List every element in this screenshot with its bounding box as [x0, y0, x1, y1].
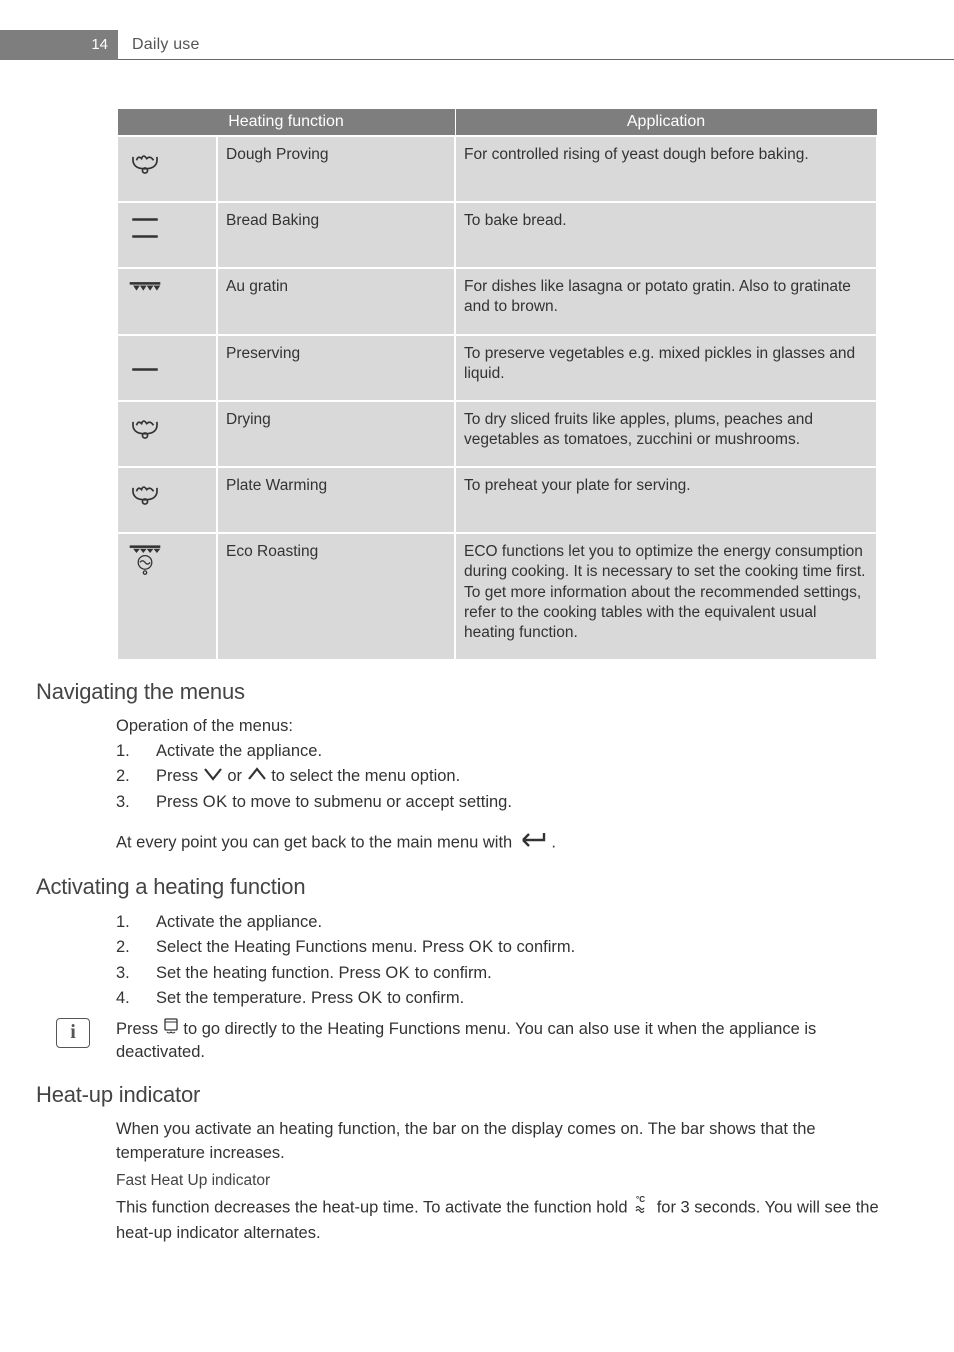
bread-baking-icon [117, 202, 217, 268]
step-text: Press or to select the menu option. [156, 764, 460, 790]
ok-label: OK [385, 964, 410, 982]
table-row: Plate Warming To preheat your plate for … [117, 467, 877, 533]
list-item: 3. Press OK to move to submenu or accept… [116, 790, 882, 816]
text-fragment: to confirm. [410, 964, 492, 982]
function-application: ECO functions let you to optimize the en… [455, 533, 877, 660]
heatup-p1: When you activate an heating function, t… [116, 1118, 882, 1166]
page-number-box: 14 [0, 30, 118, 60]
function-application: To bake bread. [455, 202, 877, 268]
oven-menu-icon [163, 1018, 179, 1041]
navigating-note: At every point you can get back to the m… [116, 830, 882, 856]
info-text: Press to go directly to the Heating Func… [116, 1018, 882, 1064]
text-fragment: Press [156, 793, 203, 811]
table-header-function: Heating function [117, 109, 455, 137]
text-fragment: Press [156, 768, 203, 786]
info-note: i Press to go directly to the Heating Fu… [36, 1018, 882, 1064]
list-item: 4. Set the temperature. Press OK to conf… [116, 986, 882, 1012]
text-fragment: Set the temperature. Press [156, 989, 358, 1007]
text-fragment: to select the menu option. [271, 768, 460, 786]
ok-label: OK [358, 989, 383, 1007]
function-application: For dishes like lasagna or potato gratin… [455, 268, 877, 334]
text-fragment: Set the heating function. Press [156, 964, 385, 982]
text-fragment: to confirm. [494, 938, 576, 956]
step-text: Activate the appliance. [156, 739, 322, 765]
text-fragment: to go directly to the Heating Functions … [116, 1020, 816, 1061]
list-item: 2. Select the Heating Functions menu. Pr… [116, 935, 882, 961]
list-item: 1.Activate the appliance. [116, 910, 882, 936]
text-fragment: to confirm. [383, 989, 465, 1007]
navigating-intro: Operation of the menus: [116, 715, 882, 739]
page-header: 14 Daily use [0, 30, 954, 60]
list-item: 1.Activate the appliance. [116, 739, 882, 765]
step-text: Set the temperature. Press OK to confirm… [156, 986, 464, 1012]
info-icon: i [56, 1018, 90, 1048]
heating-functions-table: Heating function Application Dough Provi… [116, 108, 878, 661]
navigating-steps: 1.Activate the appliance. 2. Press or to… [116, 739, 882, 816]
step-text: Set the heating function. Press OK to co… [156, 961, 492, 987]
dough-proving-icon [117, 136, 217, 202]
function-name: Eco Roasting [217, 533, 455, 660]
preserving-icon [117, 335, 217, 401]
list-item: 2. Press or to select the menu option. [116, 764, 882, 790]
table-row: Preserving To preserve vegetables e.g. m… [117, 335, 877, 401]
table-row: Au gratin For dishes like lasagna or pot… [117, 268, 877, 334]
function-name: Au gratin [217, 268, 455, 334]
list-item: 3. Set the heating function. Press OK to… [116, 961, 882, 987]
text-fragment: to move to submenu or accept setting. [228, 793, 512, 811]
table-header-application: Application [455, 109, 877, 137]
ok-label: OK [469, 938, 494, 956]
eco-roasting-icon [117, 533, 217, 660]
function-name: Plate Warming [217, 467, 455, 533]
table-row: Eco Roasting ECO functions let you to op… [117, 533, 877, 660]
activating-heading: Activating a heating function [36, 874, 882, 900]
activating-steps: 1.Activate the appliance. 2. Select the … [116, 910, 882, 1012]
text-fragment: Select the Heating Functions menu. Press [156, 938, 469, 956]
heatup-sub: Fast Heat Up indicator [116, 1172, 882, 1190]
heatup-p2: This function decreases the heat-up time… [116, 1194, 882, 1246]
navigating-heading: Navigating the menus [36, 679, 882, 705]
function-application: To preserve vegetables e.g. mixed pickle… [455, 335, 877, 401]
function-name: Drying [217, 401, 455, 467]
back-arrow-icon [517, 830, 547, 856]
down-chevron-icon [203, 764, 223, 790]
function-application: To preheat your plate for serving. [455, 467, 877, 533]
text-fragment: This function decreases the heat-up time… [116, 1198, 632, 1216]
drying-icon [117, 401, 217, 467]
function-name: Dough Proving [217, 136, 455, 202]
up-chevron-icon [247, 764, 267, 790]
text-fragment: Press [116, 1020, 163, 1038]
temperature-icon: °C [632, 1194, 652, 1222]
function-name: Preserving [217, 335, 455, 401]
function-name: Bread Baking [217, 202, 455, 268]
step-text: Activate the appliance. [156, 910, 322, 936]
page-number: 14 [91, 36, 108, 53]
plate-warming-icon [117, 467, 217, 533]
text-fragment: . [551, 833, 556, 851]
au-gratin-icon [117, 268, 217, 334]
step-text: Select the Heating Functions menu. Press… [156, 935, 575, 961]
header-section-title: Daily use [118, 36, 200, 54]
function-application: For controlled rising of yeast dough bef… [455, 136, 877, 202]
function-application: To dry sliced fruits like apples, plums,… [455, 401, 877, 467]
step-text: Press OK to move to submenu or accept se… [156, 790, 512, 816]
text-fragment: At every point you can get back to the m… [116, 833, 517, 851]
svg-text:°C: °C [636, 1195, 645, 1204]
page-content: Heating function Application Dough Provi… [36, 108, 882, 1246]
table-row: Dough Proving For controlled rising of y… [117, 136, 877, 202]
heatup-heading: Heat-up indicator [36, 1082, 882, 1108]
table-row: Bread Baking To bake bread. [117, 202, 877, 268]
ok-label: OK [203, 793, 228, 811]
table-row: Drying To dry sliced fruits like apples,… [117, 401, 877, 467]
text-fragment: or [227, 768, 246, 786]
